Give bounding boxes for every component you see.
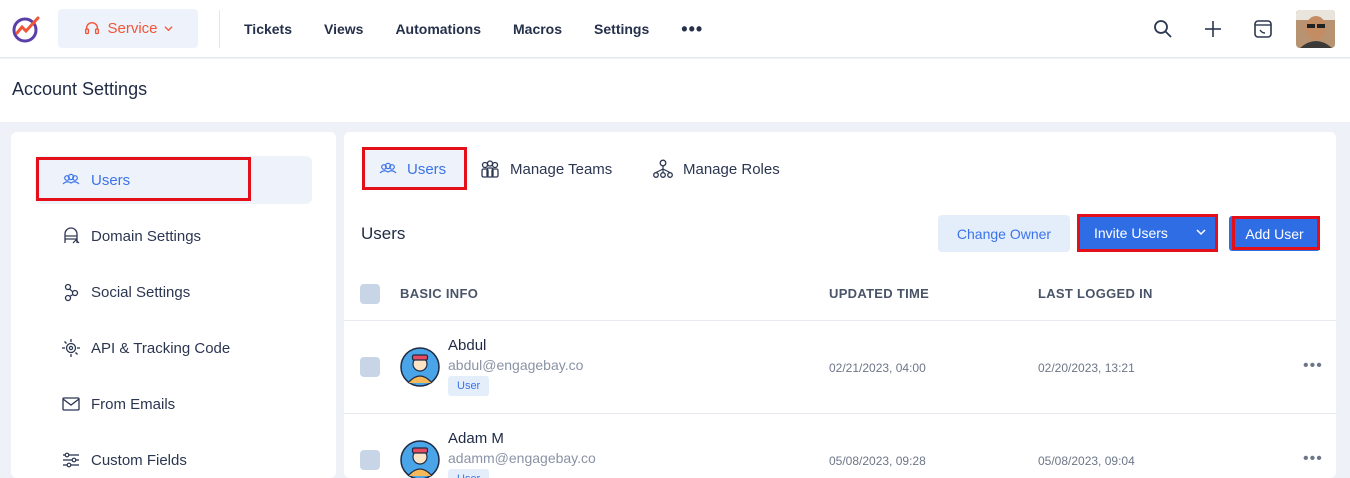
nav-views[interactable]: Views xyxy=(324,21,363,37)
api-icon xyxy=(62,339,80,357)
last-logged-in: 05/08/2023, 09:04 xyxy=(1038,454,1135,468)
top-bar: Service Tickets Views Automations Macros… xyxy=(0,0,1350,58)
updated-time: 05/08/2023, 09:28 xyxy=(829,454,926,468)
engagebay-logo[interactable] xyxy=(10,13,42,45)
sidebar-item-custom-fields[interactable]: Custom Fields xyxy=(35,436,312,478)
updated-time: 02/21/2023, 04:00 xyxy=(829,361,926,375)
mail-icon xyxy=(62,397,80,411)
row-checkbox[interactable] xyxy=(360,450,380,470)
sidebar-item-api-tracking[interactable]: API & Tracking Code xyxy=(35,324,312,372)
share-icon xyxy=(64,283,79,302)
column-header-updated-time[interactable]: UPDATED TIME xyxy=(829,286,929,301)
sidebar-item-label: From Emails xyxy=(91,395,176,413)
sidebar-item-from-emails[interactable]: From Emails xyxy=(35,380,312,428)
sidebar-item-social-settings[interactable]: Social Settings xyxy=(35,268,312,316)
page-header xyxy=(0,59,1350,122)
role-badge: User xyxy=(448,376,490,396)
nav-tickets[interactable]: Tickets xyxy=(244,21,292,37)
teams-icon xyxy=(481,160,499,178)
highlight-box xyxy=(36,157,251,201)
row-checkbox[interactable] xyxy=(360,357,380,377)
highlight-box xyxy=(362,147,467,190)
user-email: abdul@engagebay.co xyxy=(448,357,584,373)
divider xyxy=(344,413,1336,414)
plus-icon[interactable] xyxy=(1202,18,1224,40)
sidebar-item-label: API & Tracking Code xyxy=(91,339,231,357)
role-badge: User xyxy=(448,469,490,478)
sidebar-item-label: Domain Settings xyxy=(91,227,202,245)
last-logged-in: 02/20/2023, 13:21 xyxy=(1038,361,1135,375)
divider xyxy=(219,10,220,48)
user-avatar[interactable] xyxy=(1296,10,1335,48)
row-more-button[interactable]: ••• xyxy=(1303,357,1323,375)
highlight-box xyxy=(1077,214,1218,252)
user-avatar-icon xyxy=(400,440,440,478)
domain-icon xyxy=(64,227,80,244)
service-label: Service xyxy=(107,20,158,37)
tab-label: Manage Teams xyxy=(510,160,613,178)
user-avatar-icon xyxy=(400,347,440,387)
chevron-down-icon xyxy=(163,26,173,32)
headset-icon xyxy=(85,21,100,34)
nav-macros[interactable]: Macros xyxy=(513,21,562,37)
row-more-button[interactable]: ••• xyxy=(1303,450,1323,468)
highlight-box xyxy=(1232,216,1320,250)
section-title: Users xyxy=(361,224,406,243)
divider xyxy=(344,320,1336,321)
tab-manage-roles[interactable]: Manage Roles xyxy=(652,148,780,190)
sidebar-item-label: Custom Fields xyxy=(91,451,187,469)
main-nav: Tickets Views Automations Macros Setting… xyxy=(244,0,703,58)
user-name[interactable]: Abdul xyxy=(448,337,486,354)
nav-automations[interactable]: Automations xyxy=(395,21,481,37)
search-icon[interactable] xyxy=(1152,18,1174,40)
column-header-last-logged-in[interactable]: LAST LOGGED IN xyxy=(1038,286,1153,301)
user-name[interactable]: Adam M xyxy=(448,430,504,447)
nav-more-button[interactable]: ••• xyxy=(681,19,703,40)
tab-label: Manage Roles xyxy=(683,160,780,178)
nav-settings[interactable]: Settings xyxy=(594,21,649,37)
change-owner-button[interactable]: Change Owner xyxy=(938,215,1070,252)
widget-icon[interactable] xyxy=(1252,18,1274,40)
roles-icon xyxy=(653,159,673,178)
sidebar-item-label: Social Settings xyxy=(91,283,191,301)
sliders-icon xyxy=(63,452,79,468)
page-title: Account Settings xyxy=(12,79,148,99)
sidebar-item-domain-settings[interactable]: Domain Settings xyxy=(35,212,312,260)
user-email: adamm@engagebay.co xyxy=(448,450,596,466)
service-switcher[interactable]: Service xyxy=(58,9,198,48)
select-all-checkbox[interactable] xyxy=(360,284,380,304)
column-header-basic-info[interactable]: BASIC INFO xyxy=(400,286,478,301)
tab-manage-teams[interactable]: Manage Teams xyxy=(479,148,612,190)
